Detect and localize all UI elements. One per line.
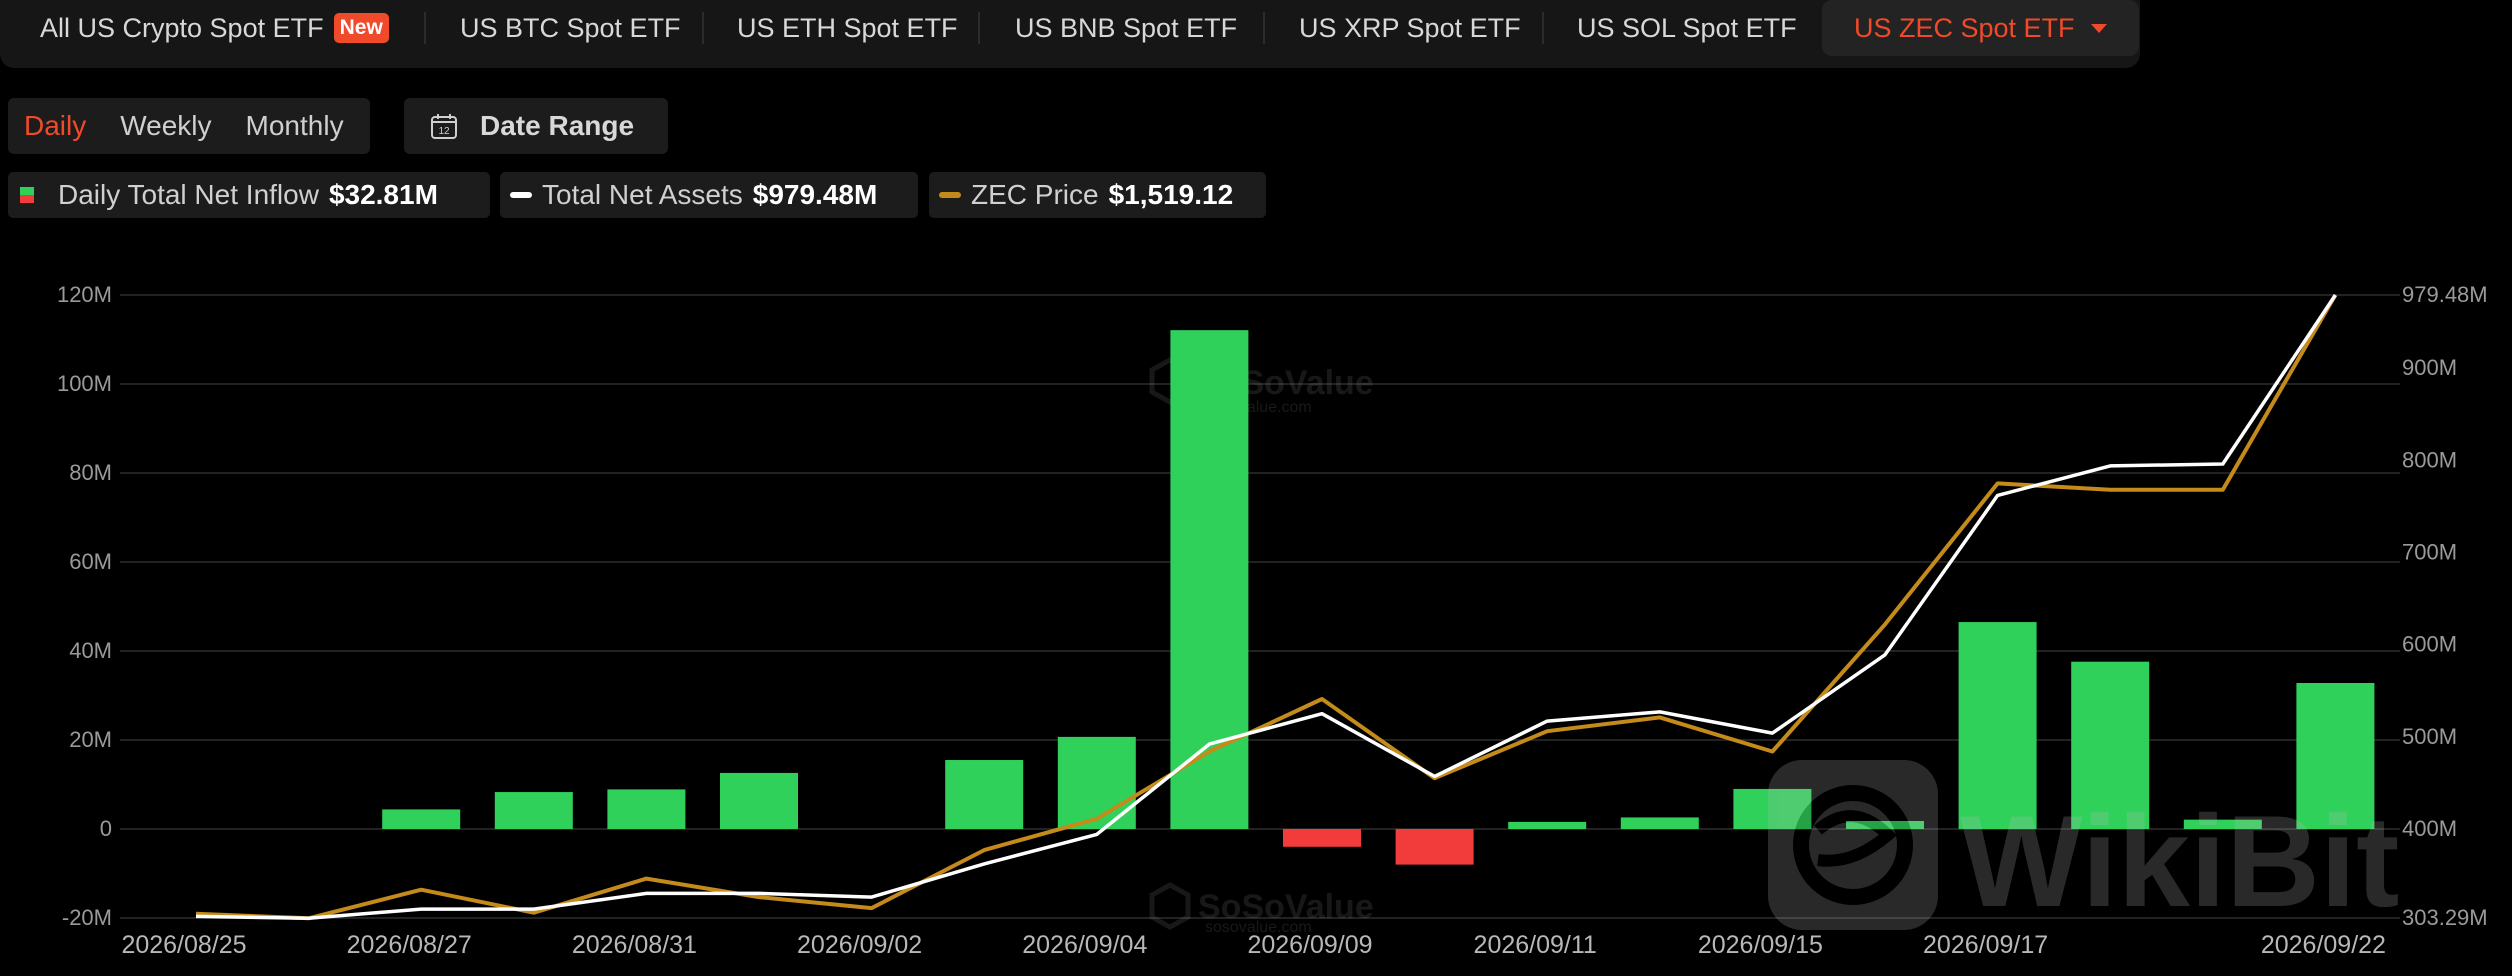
left-tick-label: 120M	[57, 282, 112, 307]
x-tick-label: 2026/08/25	[121, 931, 246, 959]
inflow-bar	[382, 809, 461, 829]
tab-divider	[1263, 12, 1265, 44]
left-tick-label: -20M	[62, 905, 112, 930]
legend-assets-chip[interactable]: Total Net Assets $979.48M	[500, 172, 918, 218]
inflow-bar	[1620, 817, 1699, 829]
period-toggle: Daily Weekly Monthly	[8, 98, 370, 154]
inflow-bar	[1170, 330, 1249, 829]
tab-label: US BNB Spot ETF	[1015, 12, 1238, 43]
x-tick-label: 2026/08/27	[347, 931, 472, 959]
left-axis: -20M 0 20M 40M 60M 80M 100M 120M	[57, 282, 112, 930]
right-tick-label: 900M	[2402, 355, 2457, 380]
legend-price-chip[interactable]: ZEC Price $1,519.12	[929, 172, 1266, 218]
tab-us-eth-spot-etf[interactable]: US ETH Spot ETF	[737, 0, 958, 56]
legend-price-label: ZEC Price	[971, 179, 1099, 210]
calendar-icon: 12	[431, 114, 457, 139]
x-tick-label: 2026/09/17	[1923, 931, 2048, 959]
period-monthly-button[interactable]: Monthly	[246, 110, 344, 142]
right-tick-label: 800M	[2402, 447, 2457, 472]
right-tick-label: 700M	[2402, 539, 2457, 564]
tab-us-bnb-spot-etf[interactable]: US BNB Spot ETF	[1015, 0, 1237, 56]
date-range-button[interactable]: 12 Date Range	[404, 98, 668, 154]
x-tick-label: 2026/09/02	[797, 931, 922, 959]
x-axis: 2026/08/25 2026/08/27 2026/08/31 2026/09/02…	[121, 931, 2386, 959]
legend-inflow-label: Daily Total Net Inflow	[58, 179, 319, 210]
tab-us-zec-spot-etf[interactable]: US ZEC Spot ETF	[1822, 0, 2139, 56]
assets-line-swatch-icon	[510, 192, 532, 198]
new-badge: New	[333, 13, 389, 43]
tab-label: US SOL Spot ETF	[1577, 12, 1797, 43]
inflow-bars	[382, 330, 2375, 865]
tab-divider	[1542, 12, 1544, 44]
legend-inflow-chip[interactable]: Daily Total Net Inflow $32.81M	[8, 172, 490, 218]
tab-us-xrp-spot-etf[interactable]: US XRP Spot ETF	[1299, 0, 1521, 56]
right-tick-label: 600M	[2402, 632, 2457, 657]
net-inflow-chart: SoSoValue sosovalue.com SoSoValue sosova…	[57, 282, 2488, 959]
x-tick-label: 2026/09/22	[2261, 931, 2386, 959]
x-tick-label: 2026/08/31	[572, 931, 697, 959]
right-axis: 303.29M 400M 500M 600M 700M 800M 900M 979.48M	[2402, 282, 2488, 930]
date-range-label: Date Range	[480, 110, 635, 141]
inflow-bar	[494, 792, 573, 829]
right-tick-label: 500M	[2402, 724, 2457, 749]
tab-divider	[702, 12, 704, 44]
tab-label: US ZEC Spot ETF	[1854, 12, 2075, 43]
right-tick-label: 303.29M	[2402, 905, 2488, 930]
inflow-bar	[1508, 821, 1587, 829]
right-tick-label: 979.48M	[2402, 282, 2488, 307]
outflow-bar	[1283, 829, 1361, 847]
left-tick-label: 40M	[69, 638, 112, 663]
right-tick-label: 400M	[2402, 816, 2457, 841]
price-line-swatch-icon	[939, 192, 961, 198]
x-tick-label: 2026/09/04	[1022, 931, 1147, 959]
legend-price-value: $1,519.12	[1108, 179, 1234, 210]
inflow-bar	[1057, 736, 1136, 829]
svg-text:WikiBit: WikiBit	[1960, 788, 2399, 934]
caret-down-icon	[2090, 23, 2107, 33]
left-tick-label: 0	[100, 816, 112, 841]
left-tick-label: 80M	[69, 460, 112, 485]
sosovalue-watermark: SoSoValue sosovalue.com	[1149, 882, 1374, 936]
tab-label: US BTC Spot ETF	[460, 12, 681, 43]
x-tick-label: 2026/09/11	[1474, 931, 1597, 959]
inflow-bar	[720, 772, 798, 829]
tab-us-sol-spot-etf[interactable]: US SOL Spot ETF	[1577, 0, 1797, 56]
left-tick-label: 100M	[57, 371, 112, 396]
tab-label: All US Crypto Spot ETF	[40, 12, 324, 43]
x-tick-label: 2026/09/15	[1698, 931, 1823, 959]
left-tick-label: 20M	[69, 727, 112, 752]
inflow-bar	[607, 789, 686, 829]
left-tick-label: 60M	[69, 549, 112, 574]
x-tick-label: 2026/09/09	[1247, 931, 1372, 959]
period-weekly-button[interactable]: Weekly	[120, 110, 211, 142]
period-daily-button[interactable]: Daily	[24, 110, 86, 142]
etf-tab-bar: All US Crypto Spot ETF New US BTC Spot E…	[0, 0, 2140, 68]
inflow-swatch-icon	[20, 187, 34, 203]
tab-label: US ETH Spot ETF	[737, 12, 958, 43]
legend-assets-label: Total Net Assets	[542, 179, 743, 210]
outflow-bar	[1395, 829, 1474, 865]
legend-inflow-value: $32.81M	[328, 179, 438, 210]
inflow-bar	[945, 760, 1024, 829]
svg-text:12: 12	[438, 126, 450, 137]
legend-assets-value: $979.48M	[752, 179, 878, 210]
tab-label: US XRP Spot ETF	[1299, 12, 1521, 43]
tab-all-us-crypto-spot-etf[interactable]: All US Crypto Spot ETF New	[40, 0, 389, 56]
tab-divider	[424, 12, 426, 44]
tab-divider	[978, 12, 980, 44]
tab-us-btc-spot-etf[interactable]: US BTC Spot ETF	[460, 0, 681, 56]
